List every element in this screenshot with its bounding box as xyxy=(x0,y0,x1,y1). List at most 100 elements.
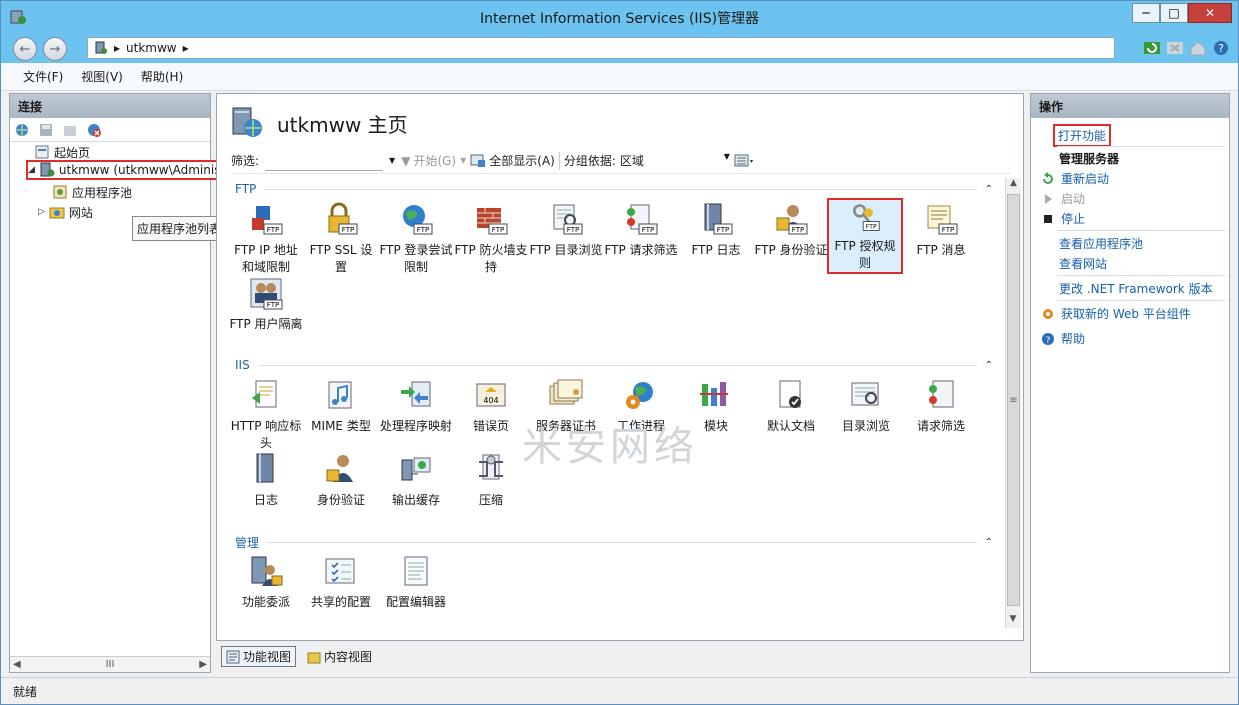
feature-ftp-request-filtering[interactable]: FTP FTP 请求筛选 xyxy=(604,202,678,259)
tree-expand-icon[interactable]: ▷ xyxy=(38,207,45,217)
action-open-feature[interactable]: 打开功能 xyxy=(1053,124,1112,147)
features-vscrollbar[interactable]: ▲ ≡ ▼ xyxy=(1005,178,1021,628)
action-link[interactable]: 重新启动 xyxy=(1061,170,1109,187)
action-stop[interactable]: 停止 xyxy=(1041,210,1085,227)
tree-item-sites[interactable]: ▷ 网站 xyxy=(38,202,93,222)
breadcrumb-item[interactable]: utkmww xyxy=(126,41,177,55)
feature-label: 模块 xyxy=(703,419,728,433)
scroll-right-icon[interactable]: ▶ xyxy=(199,659,207,670)
feature-request-filtering[interactable]: 请求筛选 xyxy=(904,378,978,435)
tab-features-view[interactable]: 功能视图 xyxy=(221,646,297,667)
feature-error-pages[interactable]: 404 错误页 xyxy=(454,378,528,435)
feature-ftp-firewall[interactable]: FTP FTP 防火墙支持 xyxy=(454,202,528,276)
up-folder-icon[interactable] xyxy=(62,122,78,138)
collapse-caret-icon[interactable]: ⌃ xyxy=(985,537,993,548)
feature-ftp-messages[interactable]: FTP FTP 消息 xyxy=(904,202,978,259)
help-icon[interactable]: ? xyxy=(1212,39,1230,57)
feature-authentication[interactable]: 身份验证 xyxy=(304,452,378,509)
action-view-sites[interactable]: 查看网站 xyxy=(1059,255,1107,272)
tree-collapse-icon[interactable]: ◢ xyxy=(28,165,35,175)
scroll-thumb[interactable]: ≡ xyxy=(1007,194,1020,606)
feature-configuration-editor[interactable]: 配置编辑器 xyxy=(379,554,453,611)
menu-file[interactable]: 文件(F) xyxy=(23,68,63,85)
action-get-web-components[interactable]: 获取新的 Web 平台组件 xyxy=(1041,305,1191,322)
request-filtering-icon xyxy=(929,380,954,408)
show-all-button[interactable]: 全部显示(A) xyxy=(470,152,555,169)
ftp-messages-icon: FTP xyxy=(927,205,958,235)
group-by-select[interactable]: 区域 ▼ xyxy=(620,152,730,169)
disconnect-icon[interactable] xyxy=(86,122,102,138)
feature-compression[interactable]: 压缩 xyxy=(454,452,528,509)
action-help[interactable]: ? 帮助 xyxy=(1041,330,1085,347)
stop-nav-icon[interactable] xyxy=(1166,39,1184,57)
action-link[interactable]: 更改 .NET Framework 版本 xyxy=(1059,280,1213,297)
filter-input[interactable] xyxy=(265,151,384,171)
collapse-caret-icon[interactable]: ⌃ xyxy=(985,360,993,371)
feature-logging[interactable]: 日志 xyxy=(229,452,303,509)
feature-delegation[interactable]: 功能委派 xyxy=(229,554,303,611)
feature-ftp-authorization-rules[interactable]: FTP FTP 授权规则 xyxy=(827,198,903,274)
action-link[interactable]: 帮助 xyxy=(1061,330,1085,347)
forward-button[interactable]: → xyxy=(43,37,67,61)
iis-manager-window: Internet Information Services (IIS)管理器 ─… xyxy=(0,0,1239,705)
feature-ftp-directory-browsing[interactable]: FTP FTP 目录浏览 xyxy=(529,202,603,259)
default-document-icon xyxy=(779,380,801,408)
view-mode-icon[interactable] xyxy=(734,154,756,168)
action-link[interactable]: 获取新的 Web 平台组件 xyxy=(1061,305,1191,322)
tree-item-start-page[interactable]: 起始页 xyxy=(34,142,90,162)
section-header-ftp[interactable]: FTP ⌃ xyxy=(235,182,993,196)
collapse-caret-icon[interactable]: ⌃ xyxy=(985,184,993,195)
action-start[interactable]: 启动 xyxy=(1041,190,1085,207)
tree-item-server[interactable]: ◢ utkmww (utkmww\Adminis xyxy=(26,160,225,180)
home-icon[interactable] xyxy=(1189,39,1207,57)
feature-ftp-ssl[interactable]: FTP FTP SSL 设置 xyxy=(304,202,378,276)
feature-http-response-headers[interactable]: HTTP 响应标头 xyxy=(229,378,303,452)
tree-item-app-pools[interactable]: 应用程序池 xyxy=(52,182,132,202)
minimize-button[interactable]: ─ xyxy=(1132,3,1160,23)
feature-handler-mappings[interactable]: 处理程序映射 xyxy=(379,378,453,435)
go-dropdown-icon[interactable]: ▼ xyxy=(460,156,466,165)
maximize-button[interactable]: □ xyxy=(1160,3,1188,23)
feature-shared-configuration[interactable]: 共享的配置 xyxy=(304,554,378,611)
section-title: FTP xyxy=(235,182,257,196)
connections-hscrollbar[interactable]: ◀ III ▶ xyxy=(10,656,210,672)
refresh-icon[interactable] xyxy=(1143,39,1161,57)
scroll-up-icon[interactable]: ▲ xyxy=(1006,178,1021,192)
action-view-app-pools[interactable]: 查看应用程序池 xyxy=(1059,235,1143,252)
address-bar[interactable]: ▸ utkmww ▸ xyxy=(87,37,1115,59)
ftp-ip-restriction-icon: FTP xyxy=(252,206,283,235)
save-icon[interactable] xyxy=(38,122,54,138)
title-bar[interactable]: Internet Information Services (IIS)管理器 ─… xyxy=(1,1,1238,33)
section-header-management[interactable]: 管理 ⌃ xyxy=(235,534,993,551)
feature-output-caching[interactable]: 输出缓存 xyxy=(379,452,453,509)
feature-ftp-logging[interactable]: FTP FTP 日志 xyxy=(679,202,753,259)
scroll-left-icon[interactable]: ◀ xyxy=(13,659,21,670)
feature-ftp-logon-attempt[interactable]: FTP FTP 登录尝试限制 xyxy=(379,202,453,276)
action-link[interactable]: 打开功能 xyxy=(1058,127,1106,144)
action-link[interactable]: 查看应用程序池 xyxy=(1059,235,1143,252)
menu-view[interactable]: 视图(V) xyxy=(81,68,123,85)
authentication-user-icon xyxy=(326,455,353,482)
section-header-iis[interactable]: IIS ⌃ xyxy=(235,358,993,372)
tree-item-label: 应用程序池 xyxy=(72,185,133,200)
compression-clamp-icon xyxy=(479,454,503,480)
feature-mime-types[interactable]: MIME 类型 xyxy=(304,378,378,435)
feature-ftp-user-isolation[interactable]: FTP FTP 用户隔离 xyxy=(229,276,303,333)
close-button[interactable]: ✕ xyxy=(1188,3,1232,23)
back-button[interactable]: ← xyxy=(13,37,37,61)
menu-bar: 文件(F) 视图(V) 帮助(H) xyxy=(1,63,1238,91)
action-link[interactable]: 查看网站 xyxy=(1059,255,1107,272)
connect-globe-icon[interactable] xyxy=(14,122,30,138)
feature-ftp-authentication[interactable]: FTP FTP 身份验证 xyxy=(754,202,828,259)
feature-default-document[interactable]: 默认文档 xyxy=(754,378,828,435)
action-restart[interactable]: 重新启动 xyxy=(1041,170,1109,187)
feature-directory-browsing[interactable]: 目录浏览 xyxy=(829,378,903,435)
action-change-net-version[interactable]: 更改 .NET Framework 版本 xyxy=(1059,280,1213,297)
feature-ftp-ip-restrictions[interactable]: FTP FTP IP 地址和域限制 xyxy=(229,202,303,276)
scroll-down-icon[interactable]: ▼ xyxy=(1006,614,1020,628)
menu-help[interactable]: 帮助(H) xyxy=(141,68,183,85)
go-button[interactable]: ▼ 开始(G) xyxy=(401,152,456,169)
action-link[interactable]: 停止 xyxy=(1061,210,1085,227)
tab-content-view[interactable]: 内容视图 xyxy=(302,646,377,667)
filter-dropdown-icon[interactable]: ▼ xyxy=(389,156,395,165)
